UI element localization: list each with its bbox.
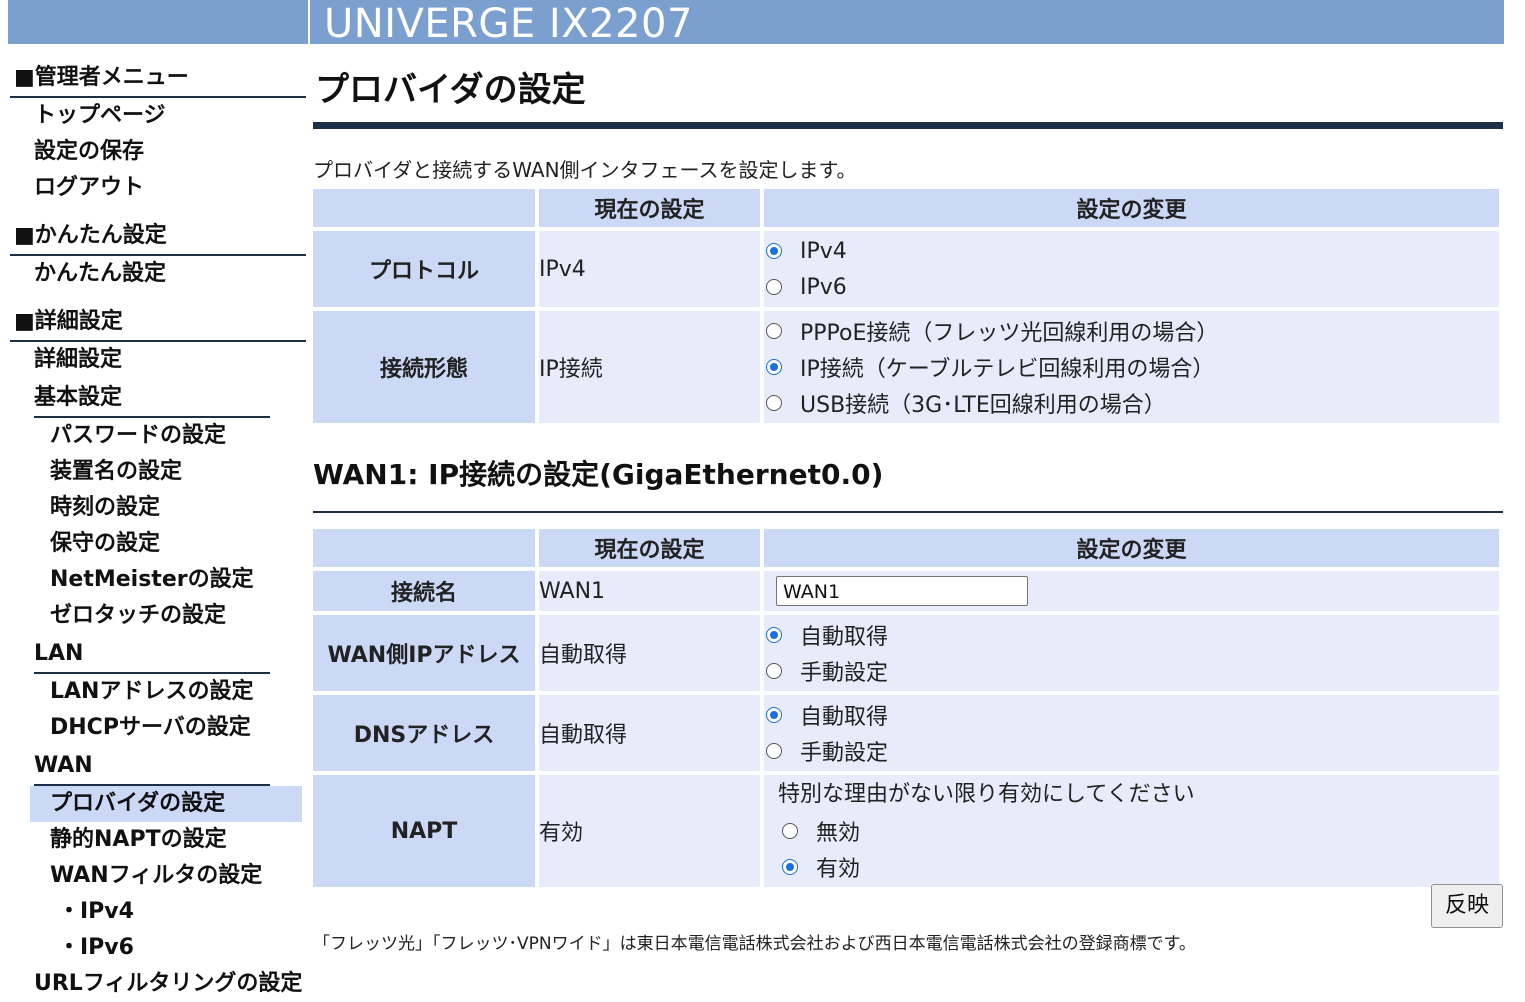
col-header-change: 設定の変更 [764, 189, 1499, 227]
sidebar-section-admin: ■管理者メニュー [10, 60, 306, 98]
dns-option-auto[interactable]: 自動取得 [764, 697, 1499, 733]
radio-unselected-icon[interactable] [766, 743, 782, 759]
sidebar-item-dhcp-server[interactable]: DHCPサーバの設定 [10, 710, 306, 746]
sidebar-item-url-filter[interactable]: URLフィルタリングの設定 [10, 966, 306, 1002]
sidebar-group-basic: 基本設定 [34, 378, 270, 418]
radio-unselected-icon[interactable] [782, 823, 798, 839]
col-header-current: 現在の設定 [539, 189, 760, 227]
sidebar-item-provider[interactable]: プロバイダの設定 [30, 786, 302, 822]
protocol-option-ipv6[interactable]: IPv6 [764, 269, 1499, 305]
current-protocol: IPv4 [539, 231, 760, 307]
trademark-note: 「フレッツ光」「フレッツ･VPNワイド」は東日本電信電話株式会社および西日本電信… [313, 934, 1196, 954]
sidebar-item-maintenance[interactable]: 保守の設定 [10, 526, 306, 562]
radio-selected-icon[interactable] [766, 707, 782, 723]
connection-option-usb[interactable]: USB接続（3G･LTE回線利用の場合） [764, 385, 1499, 421]
sidebar-item-time[interactable]: 時刻の設定 [10, 490, 306, 526]
current-dns: 自動取得 [539, 695, 760, 771]
top-banner: UNIVERGE IX2207 [8, 0, 1504, 47]
table-corner-cell [313, 189, 535, 227]
connection-option-pppoe[interactable]: PPPoE接続（フレッツ光回線利用の場合） [764, 313, 1499, 349]
sidebar-item-password[interactable]: パスワードの設定 [10, 418, 306, 454]
product-title: UNIVERGE IX2207 [324, 1, 693, 47]
sidebar-section-detail: ■詳細設定 [10, 304, 306, 342]
sidebar-item-static-napt[interactable]: 静的NAPTの設定 [10, 822, 306, 858]
connection-name-input[interactable]: WAN1 [776, 576, 1028, 606]
row-label-napt: NAPT [313, 775, 535, 887]
current-napt: 有効 [539, 775, 760, 887]
current-wan-ip: 自動取得 [539, 615, 760, 691]
sidebar-item-lan-address[interactable]: LANアドレスの設定 [10, 674, 306, 710]
sidebar-item-filter-ipv6[interactable]: ・IPv6 [10, 930, 306, 966]
protocol-options: IPv4 IPv6 [764, 231, 1499, 307]
radio-unselected-icon[interactable] [766, 395, 782, 411]
sidebar-item-save-config[interactable]: 設定の保存 [10, 134, 306, 170]
connection-option-ip[interactable]: IP接続（ケーブルテレビ回線利用の場合） [764, 349, 1499, 385]
row-label-connection-type: 接続形態 [313, 311, 535, 423]
napt-option-enabled[interactable]: 有効 [778, 849, 1499, 885]
col-header-change: 設定の変更 [764, 529, 1499, 567]
dns-options: 自動取得 手動設定 [764, 695, 1499, 771]
current-connection-name: WAN1 [539, 571, 760, 611]
sidebar-item-device-name[interactable]: 装置名の設定 [10, 454, 306, 490]
table-corner-cell [313, 529, 535, 567]
page-description: プロバイダと接続するWAN側インタフェースを設定します。 [313, 158, 857, 182]
apply-button[interactable]: 反映 [1431, 884, 1503, 928]
radio-selected-icon[interactable] [766, 243, 782, 259]
sidebar-group-lan: LAN [34, 634, 270, 674]
wan-ip-option-manual[interactable]: 手動設定 [764, 653, 1499, 689]
sidebar-item-top-page[interactable]: トップページ [10, 98, 306, 134]
radio-selected-icon[interactable] [766, 627, 782, 643]
current-connection-type: IP接続 [539, 311, 760, 423]
napt-option-disabled[interactable]: 無効 [778, 813, 1499, 849]
radio-unselected-icon[interactable] [766, 323, 782, 339]
napt-options: 特別な理由がない限り有効にしてください 無効 有効 [764, 775, 1499, 887]
sidebar-item-detail-setup[interactable]: 詳細設定 [10, 342, 306, 378]
banner-divider [308, 0, 310, 44]
provider-settings-table: 現在の設定 設定の変更 プロトコル IPv4 IPv4 IPv6 接続形態 IP… [309, 185, 1503, 427]
connection-name-cell: WAN1 [764, 571, 1499, 611]
title-divider [313, 122, 1503, 129]
wan-ip-option-auto[interactable]: 自動取得 [764, 617, 1499, 653]
radio-unselected-icon[interactable] [766, 663, 782, 679]
napt-note: 特別な理由がない限り有効にしてください [778, 782, 1195, 807]
sidebar-group-wan: WAN [34, 746, 270, 786]
wan-section-divider [313, 511, 1503, 513]
row-label-protocol: プロトコル [313, 231, 535, 307]
row-label-dns: DNSアドレス [313, 695, 535, 771]
main-content: プロバイダの設定 プロバイダと接続するWAN側インタフェースを設定します。 現在… [313, 60, 1503, 891]
row-label-connection-name: 接続名 [313, 571, 535, 611]
radio-selected-icon[interactable] [782, 859, 798, 875]
sidebar-item-logout[interactable]: ログアウト [10, 170, 306, 206]
protocol-option-ipv4[interactable]: IPv4 [764, 233, 1499, 269]
sidebar-section-easy: ■かんたん設定 [10, 218, 306, 256]
page-title: プロバイダの設定 [315, 70, 586, 110]
wan-settings-table: 現在の設定 設定の変更 接続名 WAN1 WAN1 WAN側IPアドレス 自動取… [309, 525, 1503, 891]
connection-type-options: PPPoE接続（フレッツ光回線利用の場合） IP接続（ケーブルテレビ回線利用の場… [764, 311, 1499, 423]
col-header-current: 現在の設定 [539, 529, 760, 567]
wan-ip-options: 自動取得 手動設定 [764, 615, 1499, 691]
dns-option-manual[interactable]: 手動設定 [764, 733, 1499, 769]
radio-selected-icon[interactable] [766, 359, 782, 375]
wan-section-title: WAN1: IP接続の設定(GigaEthernet0.0) [313, 458, 884, 491]
sidebar-item-filter-ipv4[interactable]: ・IPv4 [10, 894, 306, 930]
row-label-wan-ip: WAN側IPアドレス [313, 615, 535, 691]
sidebar-item-netmeister[interactable]: NetMeisterの設定 [10, 562, 306, 598]
sidebar-menu: ■管理者メニュー トップページ 設定の保存 ログアウト ■かんたん設定 かんたん… [10, 60, 306, 1002]
sidebar-item-easy-setup[interactable]: かんたん設定 [10, 256, 306, 292]
sidebar-item-zero-touch[interactable]: ゼロタッチの設定 [10, 598, 306, 634]
sidebar-item-wan-filter[interactable]: WANフィルタの設定 [10, 858, 306, 894]
radio-unselected-icon[interactable] [766, 279, 782, 295]
